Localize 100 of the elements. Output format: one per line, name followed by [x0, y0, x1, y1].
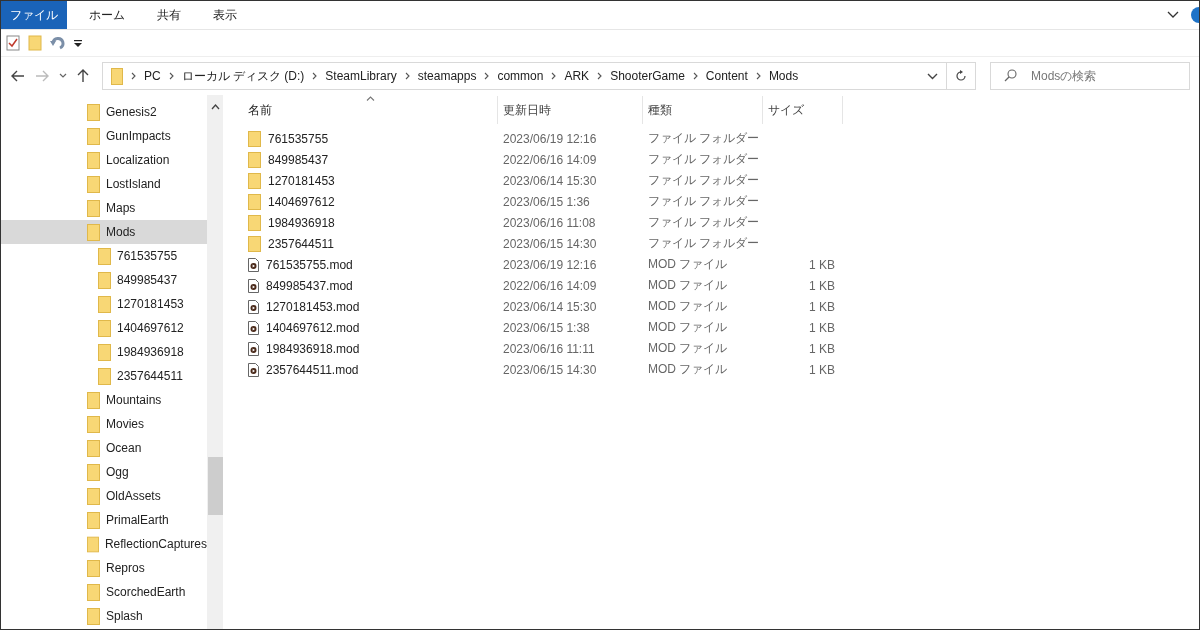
file-type: ファイル フォルダー: [648, 193, 760, 210]
column-header[interactable]: 更新日時: [498, 96, 643, 124]
column-header[interactable]: 種類: [643, 96, 763, 124]
folder-icon: [87, 199, 100, 217]
file-type: MOD ファイル: [648, 361, 728, 378]
media-file-icon: [248, 278, 259, 293]
column-header[interactable]: サイズ: [763, 96, 843, 124]
breadcrumb-item[interactable]: SteamLibrary: [325, 69, 397, 83]
file-name[interactable]: 849985437.mod: [266, 278, 353, 293]
file-type: ファイル フォルダー: [648, 151, 760, 168]
file-name[interactable]: 1404697612.mod: [266, 320, 360, 335]
breadcrumb-item[interactable]: PC: [144, 69, 161, 83]
tree-item[interactable]: 1404697612: [1, 316, 207, 340]
folder-icon: [248, 193, 261, 210]
up-arrow-icon[interactable]: [77, 69, 89, 83]
breadcrumb-item[interactable]: Mods: [768, 69, 799, 83]
tree-item[interactable]: PrimalEarth: [1, 508, 207, 532]
breadcrumb-item[interactable]: ローカル ディスク (D:): [181, 67, 305, 85]
chevron-down-icon[interactable]: [1167, 11, 1179, 19]
folder-icon: [87, 127, 100, 145]
folder-icon: [248, 151, 261, 168]
modified-date: 2023/06/15 14:30: [503, 236, 597, 251]
scrollbar-thumb[interactable]: [207, 457, 223, 515]
tree-item[interactable]: Localization: [1, 148, 207, 172]
modified-date: 2022/06/16 14:09: [503, 278, 597, 293]
tree-item[interactable]: OldAssets: [1, 484, 207, 508]
properties-icon[interactable]: [6, 35, 20, 51]
media-file-icon: [248, 257, 259, 272]
file-name[interactable]: 849985437: [268, 152, 329, 167]
file-size: 1 KB: [809, 257, 835, 272]
folder-icon: [98, 367, 111, 385]
refresh-icon[interactable]: [955, 70, 967, 82]
file-name[interactable]: 761535755.mod: [266, 257, 353, 272]
file-type: MOD ファイル: [648, 319, 728, 336]
tree-item[interactable]: Genesis2: [1, 100, 207, 124]
tree-item[interactable]: Movies: [1, 412, 207, 436]
breadcrumb-item[interactable]: ARK: [564, 69, 590, 83]
tree-item[interactable]: LostIsland: [1, 172, 207, 196]
file-type: ファイル フォルダー: [648, 235, 760, 252]
breadcrumb-item[interactable]: Content: [705, 69, 748, 83]
modified-date: 2023/06/14 15:30: [503, 173, 597, 188]
chevron-right-icon: [551, 72, 557, 80]
help-icon[interactable]: [1189, 7, 1199, 23]
file-name[interactable]: 2357644511: [268, 236, 334, 251]
search-field[interactable]: Modsの検索: [990, 62, 1190, 90]
chevron-down-icon[interactable]: [927, 72, 938, 80]
folder-icon: [87, 223, 100, 241]
breadcrumb-item[interactable]: steamapps: [417, 69, 477, 83]
breadcrumb-item[interactable]: common: [497, 69, 544, 83]
file-name[interactable]: 761535755: [268, 131, 329, 146]
tree-item[interactable]: Mods: [1, 220, 207, 244]
file-name[interactable]: 2357644511.mod: [266, 362, 359, 377]
address-bar[interactable]: PC ローカル ディスク (D:) SteamLibrary steamapps common ARK ShooterGame Content Mods: [102, 62, 976, 90]
folder-icon: [98, 247, 111, 265]
tree-item[interactable]: ScorchedEarth: [1, 580, 207, 604]
tree-item[interactable]: Splash: [1, 604, 207, 628]
chevron-right-icon: [312, 72, 318, 80]
file-type: ファイル フォルダー: [648, 130, 760, 147]
scroll-up-icon[interactable]: [210, 104, 220, 110]
tree-item[interactable]: 761535755: [1, 244, 207, 268]
chevron-right-icon: [484, 72, 490, 80]
tree-item[interactable]: 2357644511: [1, 364, 207, 388]
back-arrow-icon[interactable]: [11, 70, 25, 82]
undo-icon[interactable]: [50, 35, 66, 51]
tree-item[interactable]: Ocean: [1, 436, 207, 460]
tree-item[interactable]: Mountains: [1, 388, 207, 412]
folder-icon: [98, 271, 111, 289]
file-name[interactable]: 1270181453.mod: [266, 299, 360, 314]
column-header[interactable]: 名前: [243, 96, 498, 124]
file-name[interactable]: 1984936918.mod: [266, 341, 360, 356]
folder-icon: [87, 487, 100, 505]
tree-item[interactable]: GunImpacts: [1, 124, 207, 148]
tree-item[interactable]: 849985437: [1, 268, 207, 292]
file-type: MOD ファイル: [648, 340, 728, 357]
folder-icon: [87, 535, 99, 553]
media-file-icon: [248, 341, 259, 356]
file-type: MOD ファイル: [648, 298, 728, 315]
tree-item[interactable]: Maps: [1, 196, 207, 220]
tree-item[interactable]: ReflectionCaptures: [1, 532, 207, 556]
folder-icon: [87, 583, 100, 601]
folder-icon: [87, 175, 100, 193]
modified-date: 2022/06/16 14:09: [503, 152, 597, 167]
folder-icon: [248, 214, 261, 231]
media-file-icon: [248, 320, 259, 335]
tree-item[interactable]: Repros: [1, 556, 207, 580]
customize-dropdown-icon[interactable]: [74, 39, 82, 47]
breadcrumb-item[interactable]: ShooterGame: [610, 69, 685, 83]
file-name[interactable]: 1404697612: [268, 194, 335, 209]
tree-item[interactable]: 1270181453: [1, 292, 207, 316]
chevron-right-icon: [755, 72, 761, 80]
file-name[interactable]: 1270181453: [268, 173, 335, 188]
ribbon-tab[interactable]: ファイル: [1, 1, 67, 29]
tree-item[interactable]: Ogg: [1, 460, 207, 484]
sort-ascending-icon: [366, 96, 375, 101]
chevron-down-icon[interactable]: [59, 73, 67, 79]
file-type: MOD ファイル: [648, 277, 728, 294]
file-size: 1 KB: [809, 299, 835, 314]
tree-item[interactable]: 1984936918: [1, 340, 207, 364]
modified-date: 2023/06/19 12:16: [503, 257, 597, 272]
file-name[interactable]: 1984936918: [268, 215, 335, 230]
